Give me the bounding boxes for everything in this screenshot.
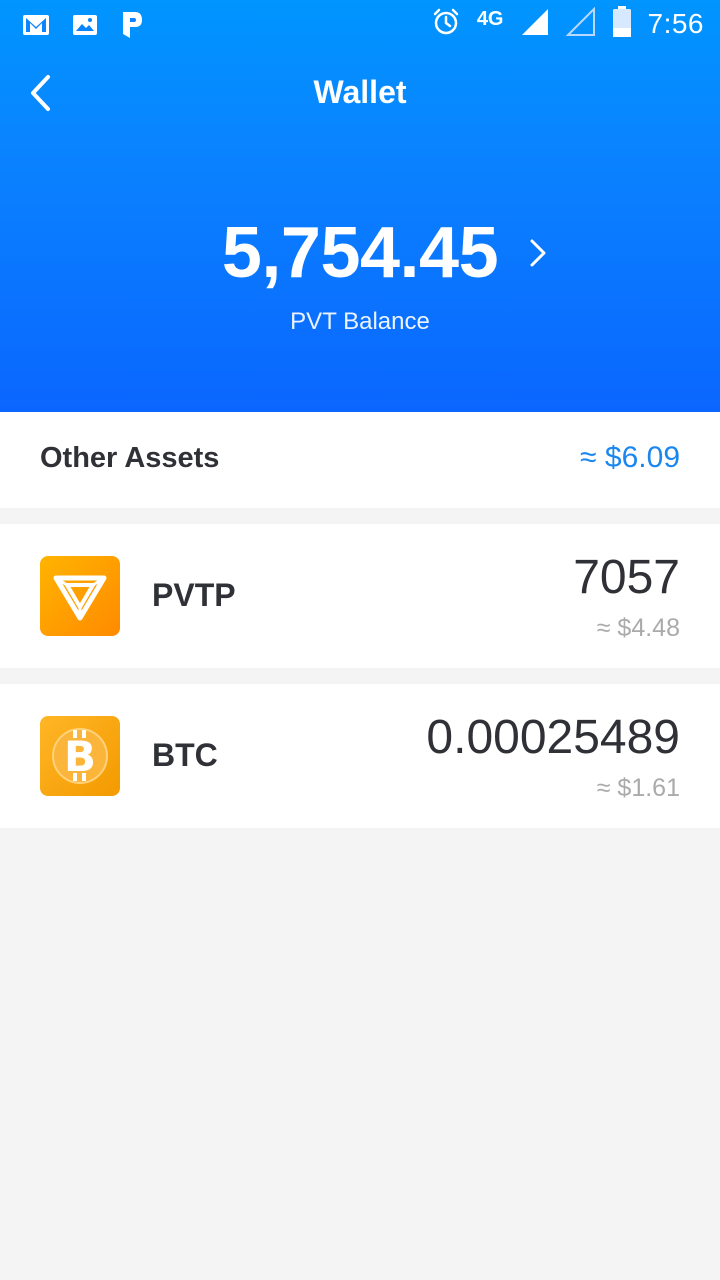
status-time: 7:56 [647,8,704,39]
system-status-icons: 4G 7:56 [431,5,704,43]
asset-fiat-value: ≈ $4.48 [596,614,680,642]
asset-row-btc[interactable]: B BTC 0.00025489 ≈ $1.61 [0,684,720,828]
balance-label: PVT Balance [290,308,430,335]
asset-row-pvtp[interactable]: PVTP 7057 ≈ $4.48 [0,524,720,668]
page-title: Wallet [313,74,407,110]
nav-bar: Wallet [0,62,720,124]
other-assets-total: ≈ $6.09 [580,441,680,474]
battery-icon [612,5,632,43]
wallet-screen: 4G 7:56 Wallet 5,754.45 PVT Balance Othe… [0,0,720,1280]
other-assets-title: Other Assets [40,442,220,474]
wallet-header-panel: 4G 7:56 Wallet 5,754.45 PVT Balance [0,0,720,412]
balance-amount: 5,754.45 [221,213,499,293]
asset-symbol: BTC [152,737,218,773]
alarm-icon [431,7,461,42]
asset-amount: 0.00025489 [426,711,680,764]
signal-empty-icon [565,6,596,42]
other-assets-section: Other Assets ≈ $6.09 [0,412,720,508]
asset-symbol: PVTP [152,577,236,613]
app-p-icon [120,10,144,45]
bitcoin-icon: B [40,716,120,796]
notification-icons [22,10,144,45]
balance-block: 5,754.45 PVT Balance [0,210,720,350]
network-type: 4G [476,7,504,30]
balance-row[interactable]: 5,754.45 [0,210,720,296]
pvtp-token-icon [40,556,120,636]
asset-amount: 7057 [573,551,680,604]
status-bar: 4G 7:56 [0,0,720,48]
gmail-icon [22,14,50,41]
svg-text:B: B [64,732,96,781]
gallery-icon [72,14,98,41]
signal-icon [520,7,550,42]
asset-fiat-value: ≈ $1.61 [596,774,680,802]
chevron-right-icon[interactable] [526,236,550,270]
